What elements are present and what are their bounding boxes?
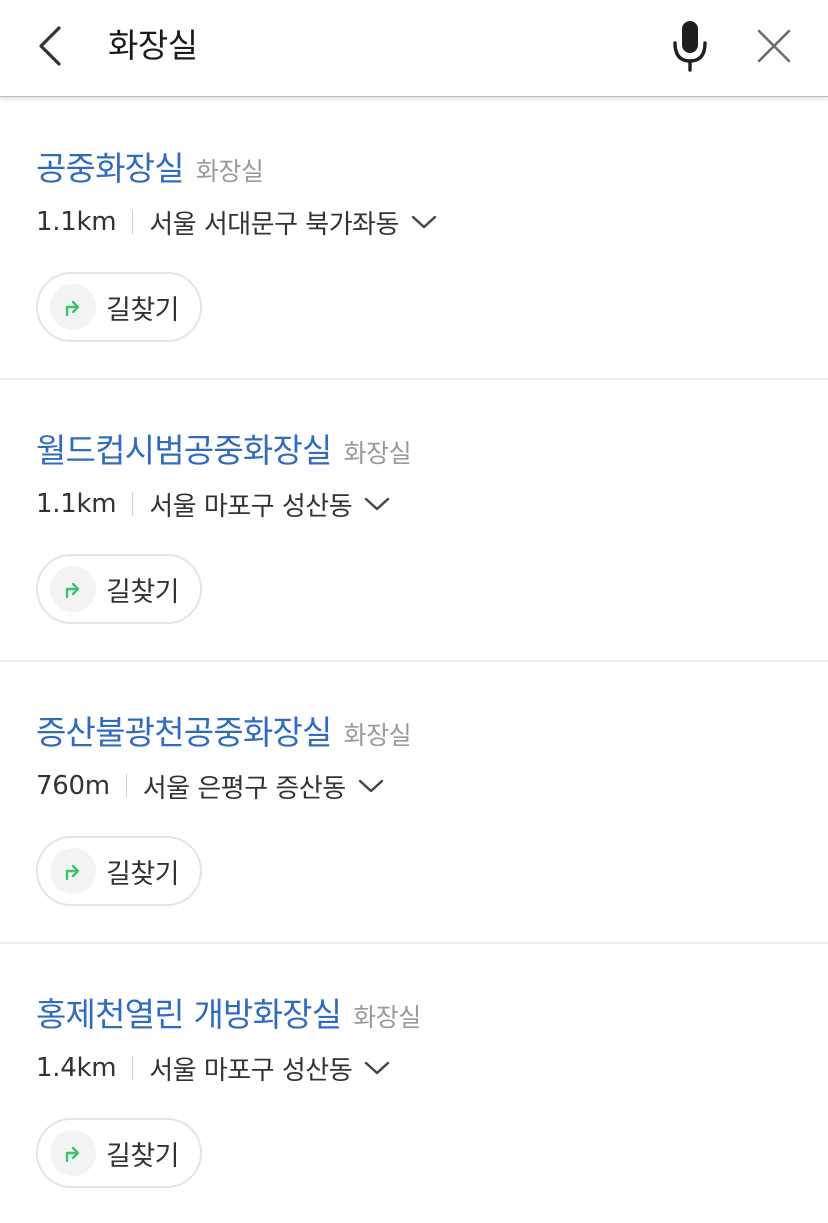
meta-separator [132, 210, 134, 234]
chevron-left-icon [39, 26, 61, 66]
place-category: 화장실 [343, 439, 412, 468]
directions-button[interactable]: 길찾기 [36, 272, 202, 342]
place-category: 화장실 [195, 157, 264, 186]
route-icon-badge [50, 566, 96, 612]
place-name[interactable]: 공중화장실 [36, 142, 185, 190]
result-title-row: 홍제천열린 개방화장실 화장실 [36, 988, 421, 1038]
address-expand-button[interactable] [411, 214, 437, 230]
search-results-screen: 화장실 공중화장실 화장실 1.1km 서울 서대문구 북가좌동 길찾기 월드컵… [0, 0, 828, 1223]
place-distance: 1.1km [36, 489, 117, 519]
result-item[interactable]: 공중화장실 화장실 1.1km 서울 서대문구 북가좌동 길찾기 [0, 98, 828, 380]
meta-separator [125, 774, 127, 798]
search-query-text[interactable]: 화장실 [108, 20, 198, 72]
directions-button[interactable]: 길찾기 [36, 1118, 202, 1188]
place-category: 화장실 [343, 721, 412, 750]
route-icon-badge [50, 284, 96, 330]
result-title-row: 증산불광천공중화장실 화장실 [36, 706, 412, 756]
search-header: 화장실 [0, 0, 828, 97]
directions-label: 길찾기 [106, 294, 180, 326]
directions-label: 길찾기 [106, 858, 180, 890]
chevron-down-icon [364, 497, 390, 511]
back-button[interactable] [28, 22, 72, 70]
route-turn-arrow-icon [65, 1146, 80, 1163]
meta-separator [132, 1056, 134, 1080]
result-meta-row: 760m 서울 은평구 증산동 [36, 766, 384, 806]
address-expand-button[interactable] [358, 778, 384, 794]
chevron-down-icon [411, 215, 437, 229]
place-name[interactable]: 월드컵시범공중화장실 [36, 424, 332, 472]
place-address: 서울 마포구 성산동 [149, 1055, 353, 1086]
result-item[interactable]: 홍제천열린 개방화장실 화장실 1.4km 서울 마포구 성산동 길찾기 [0, 944, 828, 1223]
clear-search-button[interactable] [748, 20, 800, 72]
route-turn-arrow-icon [65, 582, 80, 599]
result-title-row: 공중화장실 화장실 [36, 142, 264, 192]
microphone-icon [673, 21, 707, 72]
place-distance: 760m [36, 771, 110, 801]
meta-separator [132, 492, 134, 516]
place-distance: 1.1km [36, 207, 117, 237]
route-turn-arrow-icon [65, 300, 80, 317]
result-meta-row: 1.1km 서울 서대문구 북가좌동 [36, 202, 437, 242]
result-meta-row: 1.1km 서울 마포구 성산동 [36, 484, 390, 524]
results-list: 공중화장실 화장실 1.1km 서울 서대문구 북가좌동 길찾기 월드컵시범공중… [0, 98, 828, 1223]
place-name[interactable]: 증산불광천공중화장실 [36, 706, 332, 754]
directions-label: 길찾기 [106, 576, 180, 608]
directions-button[interactable]: 길찾기 [36, 554, 202, 624]
address-expand-button[interactable] [364, 496, 390, 512]
route-turn-arrow-icon [65, 864, 80, 881]
result-item[interactable]: 증산불광천공중화장실 화장실 760m 서울 은평구 증산동 길찾기 [0, 662, 828, 944]
chevron-down-icon [358, 779, 383, 793]
place-category: 화장실 [353, 1003, 421, 1032]
place-address: 서울 은평구 증산동 [142, 773, 346, 804]
result-item[interactable]: 월드컵시범공중화장실 화장실 1.1km 서울 마포구 성산동 길찾기 [0, 380, 828, 662]
place-address: 서울 서대문구 북가좌동 [149, 209, 399, 240]
route-icon-badge [50, 1130, 96, 1176]
directions-label: 길찾기 [106, 1140, 180, 1172]
result-title-row: 월드컵시범공중화장실 화장실 [36, 424, 412, 474]
result-meta-row: 1.4km 서울 마포구 성산동 [36, 1048, 390, 1088]
directions-button[interactable]: 길찾기 [36, 836, 202, 906]
place-address: 서울 마포구 성산동 [149, 491, 353, 522]
chevron-down-icon [364, 1061, 390, 1075]
close-icon [757, 29, 791, 63]
voice-search-button[interactable] [664, 16, 716, 76]
place-distance: 1.4km [36, 1053, 117, 1083]
place-name[interactable]: 홍제천열린 개방화장실 [36, 988, 342, 1036]
address-expand-button[interactable] [364, 1060, 390, 1076]
route-icon-badge [50, 848, 96, 894]
